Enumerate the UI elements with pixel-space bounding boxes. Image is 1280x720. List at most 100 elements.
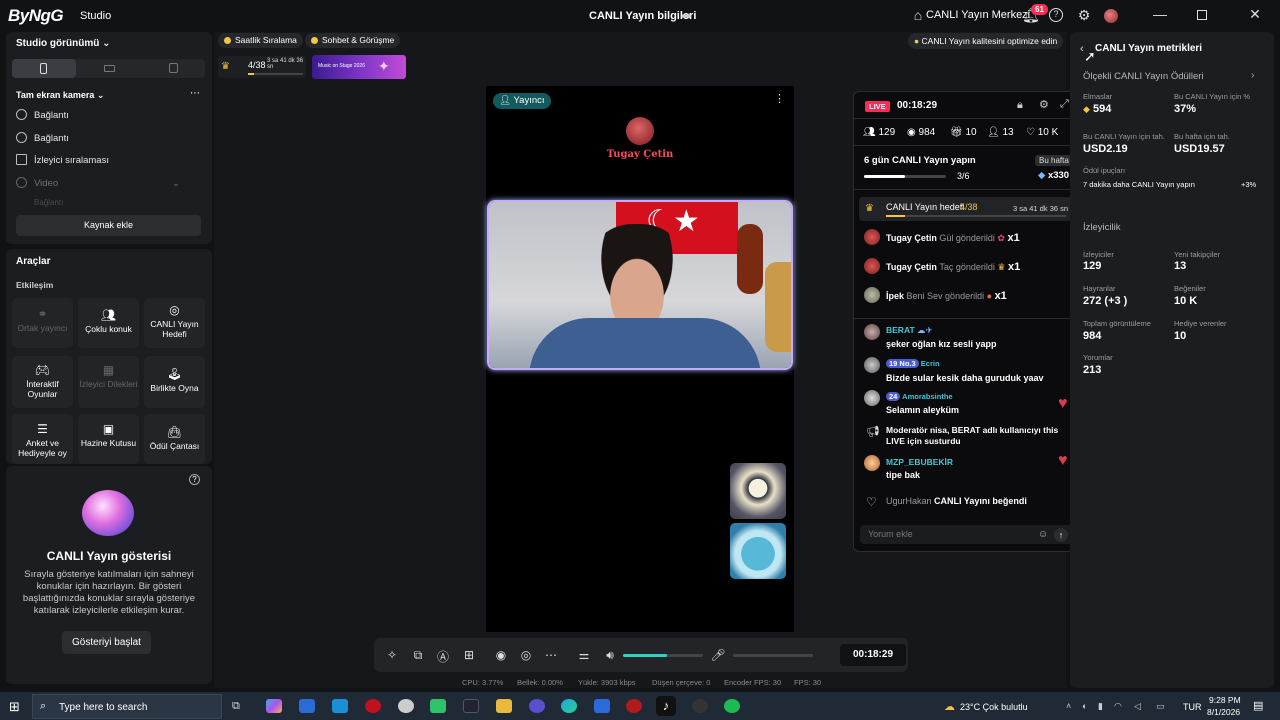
- app-icon-dark[interactable]: [463, 699, 479, 713]
- tool-co-host[interactable]: ⚭ Ortak yayıncı: [12, 298, 73, 348]
- avatar[interactable]: [864, 229, 880, 245]
- tool-viewer-wishes[interactable]: ▦ İzleyici Dilekleri: [78, 356, 139, 408]
- start-show-button[interactable]: Gösteriyi başlat: [62, 631, 151, 654]
- gear-icon[interactable]: ⚙: [1039, 98, 1049, 111]
- tool-reward-bag[interactable]: 👜︎ Ödül Çantası: [144, 414, 205, 464]
- tool-interactive-games[interactable]: 🎮︎ İnteraktif Oyunlar: [12, 356, 73, 408]
- clock-time[interactable]: 9:28 PM: [1209, 695, 1241, 705]
- avatar[interactable]: [864, 455, 880, 471]
- mail-icon[interactable]: [332, 699, 348, 713]
- app-icon-obs[interactable]: [692, 699, 708, 713]
- chat-user[interactable]: Tugay Çetin: [886, 233, 937, 243]
- emoji-icon[interactable]: ☺: [1038, 529, 1048, 540]
- tool-poll-vote[interactable]: ☰ Anket ve Hediyeyle oy: [12, 414, 73, 464]
- add-source-button[interactable]: Kaynak ekle: [16, 215, 201, 236]
- tool-multi-guest[interactable]: 👥︎ Çoklu konuk: [78, 298, 139, 348]
- scaled-rewards-link[interactable]: Ölçekli CANLI Yayın Ödülleri: [1083, 71, 1204, 82]
- app-icon-redcircle[interactable]: [626, 699, 642, 713]
- source-item-video[interactable]: Video ⌄: [16, 177, 180, 191]
- mini-goal-widget[interactable]: ♛ 4/38 3 sa 41 dk 36 sn: [218, 56, 306, 78]
- speaker-icon[interactable]: ◁: [1134, 701, 1141, 712]
- avatar[interactable]: [864, 357, 880, 373]
- camera-switch-icon[interactable]: ◎: [518, 648, 534, 662]
- chat-user[interactable]: BERAT ☁✈: [886, 325, 933, 336]
- more-vertical-icon[interactable]: ⋮: [774, 92, 785, 105]
- source-item-link-2[interactable]: Bağlantı: [16, 132, 69, 146]
- optimize-quality-chip[interactable]: ● CANLI Yayın kalitesini optimize edin: [908, 33, 1064, 49]
- minimize-icon[interactable]: —: [1150, 6, 1170, 22]
- avatar[interactable]: [864, 287, 880, 303]
- tiktok-icon[interactable]: ♪: [656, 696, 676, 716]
- settings-sliders-icon[interactable]: ⚌: [576, 648, 592, 662]
- edge-icon[interactable]: [561, 699, 577, 713]
- tool-play-together[interactable]: 🕹︎ Birlikte Oyna: [144, 356, 205, 408]
- chat-user[interactable]: İpek: [886, 291, 904, 301]
- chat-user[interactable]: 24 Amorabsinthe: [886, 392, 953, 401]
- popout-icon[interactable]: ⤢: [1060, 98, 1069, 111]
- microphone-tray-icon[interactable]: ▮: [1098, 701, 1103, 712]
- more-icon[interactable]: ⋯: [190, 88, 200, 99]
- app-icon-grey[interactable]: [398, 699, 414, 713]
- source-item-ranking[interactable]: İzleyici sıralaması: [16, 154, 109, 168]
- battery-icon[interactable]: ▭: [1156, 701, 1165, 712]
- hourly-ranking-chip[interactable]: Saatlik Sıralama: [218, 33, 303, 48]
- studio-view-dropdown[interactable]: Studio görünümü ⌄: [16, 38, 111, 49]
- mic-slider[interactable]: [733, 654, 813, 657]
- live-goal-widget[interactable]: ♛ CANLI Yayın hedefi 4/38 3 sa 41 dk 36 …: [859, 197, 1074, 221]
- chevron-right-icon[interactable]: ›: [1251, 70, 1254, 81]
- clock-date[interactable]: 8/1/2026: [1207, 707, 1240, 717]
- discord-icon[interactable]: [529, 699, 545, 713]
- close-icon[interactable]: ✕: [1245, 6, 1265, 23]
- avatar[interactable]: [864, 390, 880, 406]
- spotify-icon[interactable]: [724, 699, 740, 713]
- app-icon-green[interactable]: [430, 699, 446, 713]
- user-avatar[interactable]: [1104, 9, 1118, 23]
- volume-slider[interactable]: [623, 654, 703, 657]
- tool-live-goal[interactable]: ◎ CANLI Yayın Hedefi: [144, 298, 205, 348]
- tray-chevron-icon[interactable]: ˄: [1066, 701, 1071, 711]
- tool-treasure-box[interactable]: ▣ Hazine Kutusu: [78, 414, 139, 464]
- file-explorer-icon[interactable]: [496, 699, 512, 713]
- source-item-link-1[interactable]: Bağlantı: [16, 109, 69, 123]
- source-item-link-3[interactable]: Bağlantı: [16, 199, 63, 207]
- store-icon[interactable]: [299, 699, 315, 713]
- portrait-layout-button[interactable]: [12, 59, 76, 78]
- app-icon-red[interactable]: [365, 699, 381, 713]
- effects-icon[interactable]: ⧉: [410, 648, 426, 663]
- taskbar-search[interactable]: ⌕ Type here to search: [32, 694, 222, 719]
- wifi-icon[interactable]: ◠: [1114, 701, 1122, 712]
- lock-icon[interactable]: 🔒︎: [1017, 99, 1023, 112]
- live-center-link[interactable]: CANLI Yayın Merkezi: [926, 9, 1030, 21]
- maximize-icon[interactable]: [1197, 10, 1207, 20]
- help-icon[interactable]: ?: [189, 474, 200, 485]
- gear-icon[interactable]: ⚙: [1076, 7, 1092, 24]
- volume-icon[interactable]: 🔊︎: [602, 648, 618, 663]
- app-icon-blue[interactable]: [594, 699, 610, 713]
- windows-start-icon[interactable]: ⊞: [9, 699, 20, 715]
- chat-user[interactable]: Tugay Çetin: [886, 262, 937, 272]
- split-layout-button[interactable]: [169, 63, 178, 73]
- notification-center-icon[interactable]: ▤: [1253, 699, 1263, 712]
- guest-thumbnail-2[interactable]: [730, 523, 786, 579]
- add-media-icon[interactable]: ⊞: [461, 648, 477, 662]
- gift-card-banner[interactable]: Music on Stage 2026 ✦: [312, 55, 406, 79]
- copilot-icon[interactable]: [266, 699, 282, 713]
- guest-thumbnail-1[interactable]: [730, 463, 786, 519]
- microphone-icon[interactable]: 🎤︎: [710, 648, 726, 662]
- chat-call-chip[interactable]: Sohbet & Görüşme: [305, 33, 401, 48]
- ai-icon[interactable]: Ⓐ: [435, 648, 451, 665]
- home-icon[interactable]: ⌂: [910, 7, 926, 23]
- landscape-layout-button[interactable]: [104, 65, 115, 72]
- avatar[interactable]: [864, 258, 880, 274]
- more-icon[interactable]: ⋯: [543, 648, 559, 662]
- chat-user[interactable]: MZP_EBUBEKİR: [886, 457, 953, 467]
- help-icon[interactable]: ?: [1049, 8, 1063, 22]
- magic-wand-icon[interactable]: ✧: [384, 648, 400, 662]
- weather-text[interactable]: 23°C Çok bulutlu: [960, 702, 1028, 712]
- share-icon[interactable]: ➦: [681, 8, 692, 24]
- send-icon[interactable]: ↑: [1054, 528, 1068, 542]
- record-icon[interactable]: ◉: [493, 648, 509, 662]
- language-indicator[interactable]: TUR: [1183, 702, 1202, 712]
- avatar[interactable]: [864, 324, 880, 340]
- camera-scene-dropdown[interactable]: Tam ekran kamera ⌄: [16, 90, 104, 101]
